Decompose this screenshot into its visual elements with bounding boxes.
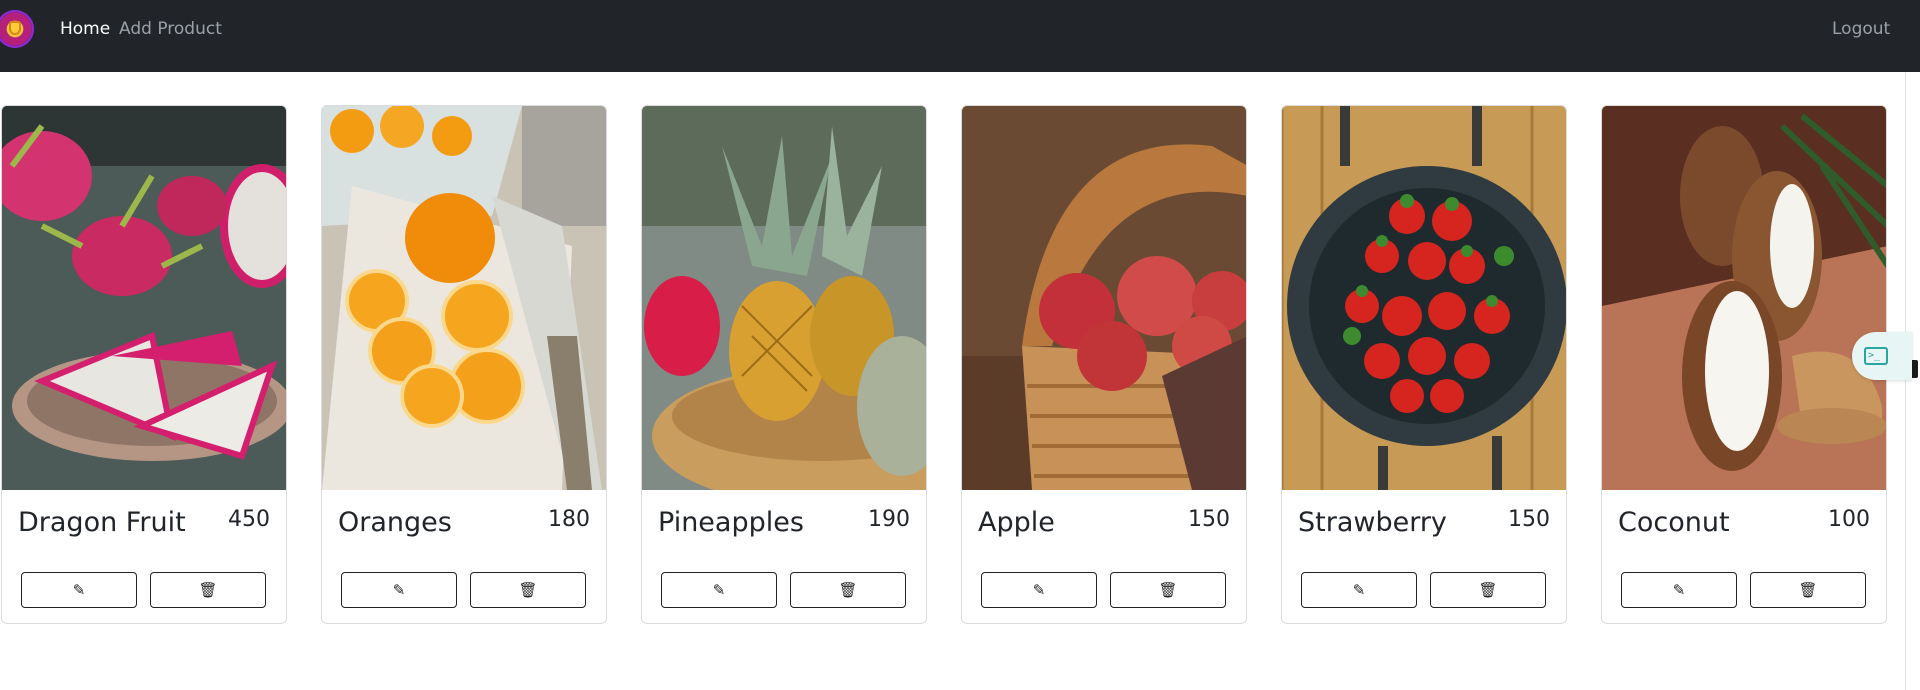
nav-logout-link[interactable]: Logout xyxy=(1832,19,1890,39)
product-name: Pineapples xyxy=(658,507,804,538)
product-price: 190 xyxy=(868,507,910,532)
edit-button[interactable]: ✎ xyxy=(1621,572,1737,608)
product-name: Coconut xyxy=(1618,507,1730,538)
product-image-oranges xyxy=(322,106,606,490)
product-image-coconut xyxy=(1602,106,1886,490)
edit-button[interactable]: ✎ xyxy=(341,572,457,608)
trash-icon: 🗑 xyxy=(198,580,218,599)
scrollbar-track[interactable] xyxy=(1905,72,1920,690)
nav-add-product-link[interactable]: Add Product xyxy=(119,19,222,39)
product-name: Apple xyxy=(978,507,1055,538)
scrollbar-top xyxy=(1905,0,1920,72)
product-name: Strawberry xyxy=(1298,507,1447,538)
delete-button[interactable]: 🗑 xyxy=(1430,572,1546,608)
product-image-dragon-fruit xyxy=(2,106,286,490)
product-image-strawberry xyxy=(1282,106,1566,490)
product-card: Strawberry 150 ✎ 🗑 xyxy=(1281,105,1567,624)
product-price: 450 xyxy=(228,507,270,532)
product-price: 100 xyxy=(1828,507,1870,532)
brand-logo-icon[interactable] xyxy=(0,10,34,48)
trash-icon: 🗑 xyxy=(838,580,858,599)
product-price: 180 xyxy=(548,507,590,532)
terminal-icon: >_ xyxy=(1864,347,1888,365)
product-card: Dragon Fruit 450 ✎ 🗑 xyxy=(1,105,287,624)
delete-button[interactable]: 🗑 xyxy=(790,572,906,608)
product-card: Pineapples 190 ✎ 🗑 xyxy=(641,105,927,624)
product-image-apple xyxy=(962,106,1246,490)
delete-button[interactable]: 🗑 xyxy=(150,572,266,608)
terminal-launcher-button[interactable]: >_ xyxy=(1852,332,1912,380)
product-name: Dragon Fruit xyxy=(18,507,186,538)
product-image-pineapples xyxy=(642,106,926,490)
product-price: 150 xyxy=(1188,507,1230,532)
edit-button[interactable]: ✎ xyxy=(21,572,137,608)
product-price: 150 xyxy=(1508,507,1550,532)
nav-home-link[interactable]: Home xyxy=(60,19,110,39)
delete-button[interactable]: 🗑 xyxy=(1750,572,1866,608)
trash-icon: 🗑 xyxy=(518,580,538,599)
pencil-icon: ✎ xyxy=(1672,580,1686,599)
edit-button[interactable]: ✎ xyxy=(661,572,777,608)
product-name: Oranges xyxy=(338,507,452,538)
pencil-icon: ✎ xyxy=(392,580,406,599)
pencil-icon: ✎ xyxy=(1352,580,1366,599)
trash-icon: 🗑 xyxy=(1158,580,1178,599)
pencil-icon: ✎ xyxy=(1032,580,1046,599)
product-card: Apple 150 ✎ 🗑 xyxy=(961,105,1247,624)
edit-button[interactable]: ✎ xyxy=(1301,572,1417,608)
trash-icon: 🗑 xyxy=(1798,580,1818,599)
delete-button[interactable]: 🗑 xyxy=(1110,572,1226,608)
product-card: Coconut 100 ✎ 🗑 xyxy=(1601,105,1887,624)
trash-icon: 🗑 xyxy=(1478,580,1498,599)
pencil-icon: ✎ xyxy=(712,580,726,599)
pencil-icon: ✎ xyxy=(72,580,86,599)
top-navbar: Home Add Product Logout xyxy=(0,0,1905,72)
edit-button[interactable]: ✎ xyxy=(981,572,1097,608)
delete-button[interactable]: 🗑 xyxy=(470,572,586,608)
product-card: Oranges 180 ✎ 🗑 xyxy=(321,105,607,624)
